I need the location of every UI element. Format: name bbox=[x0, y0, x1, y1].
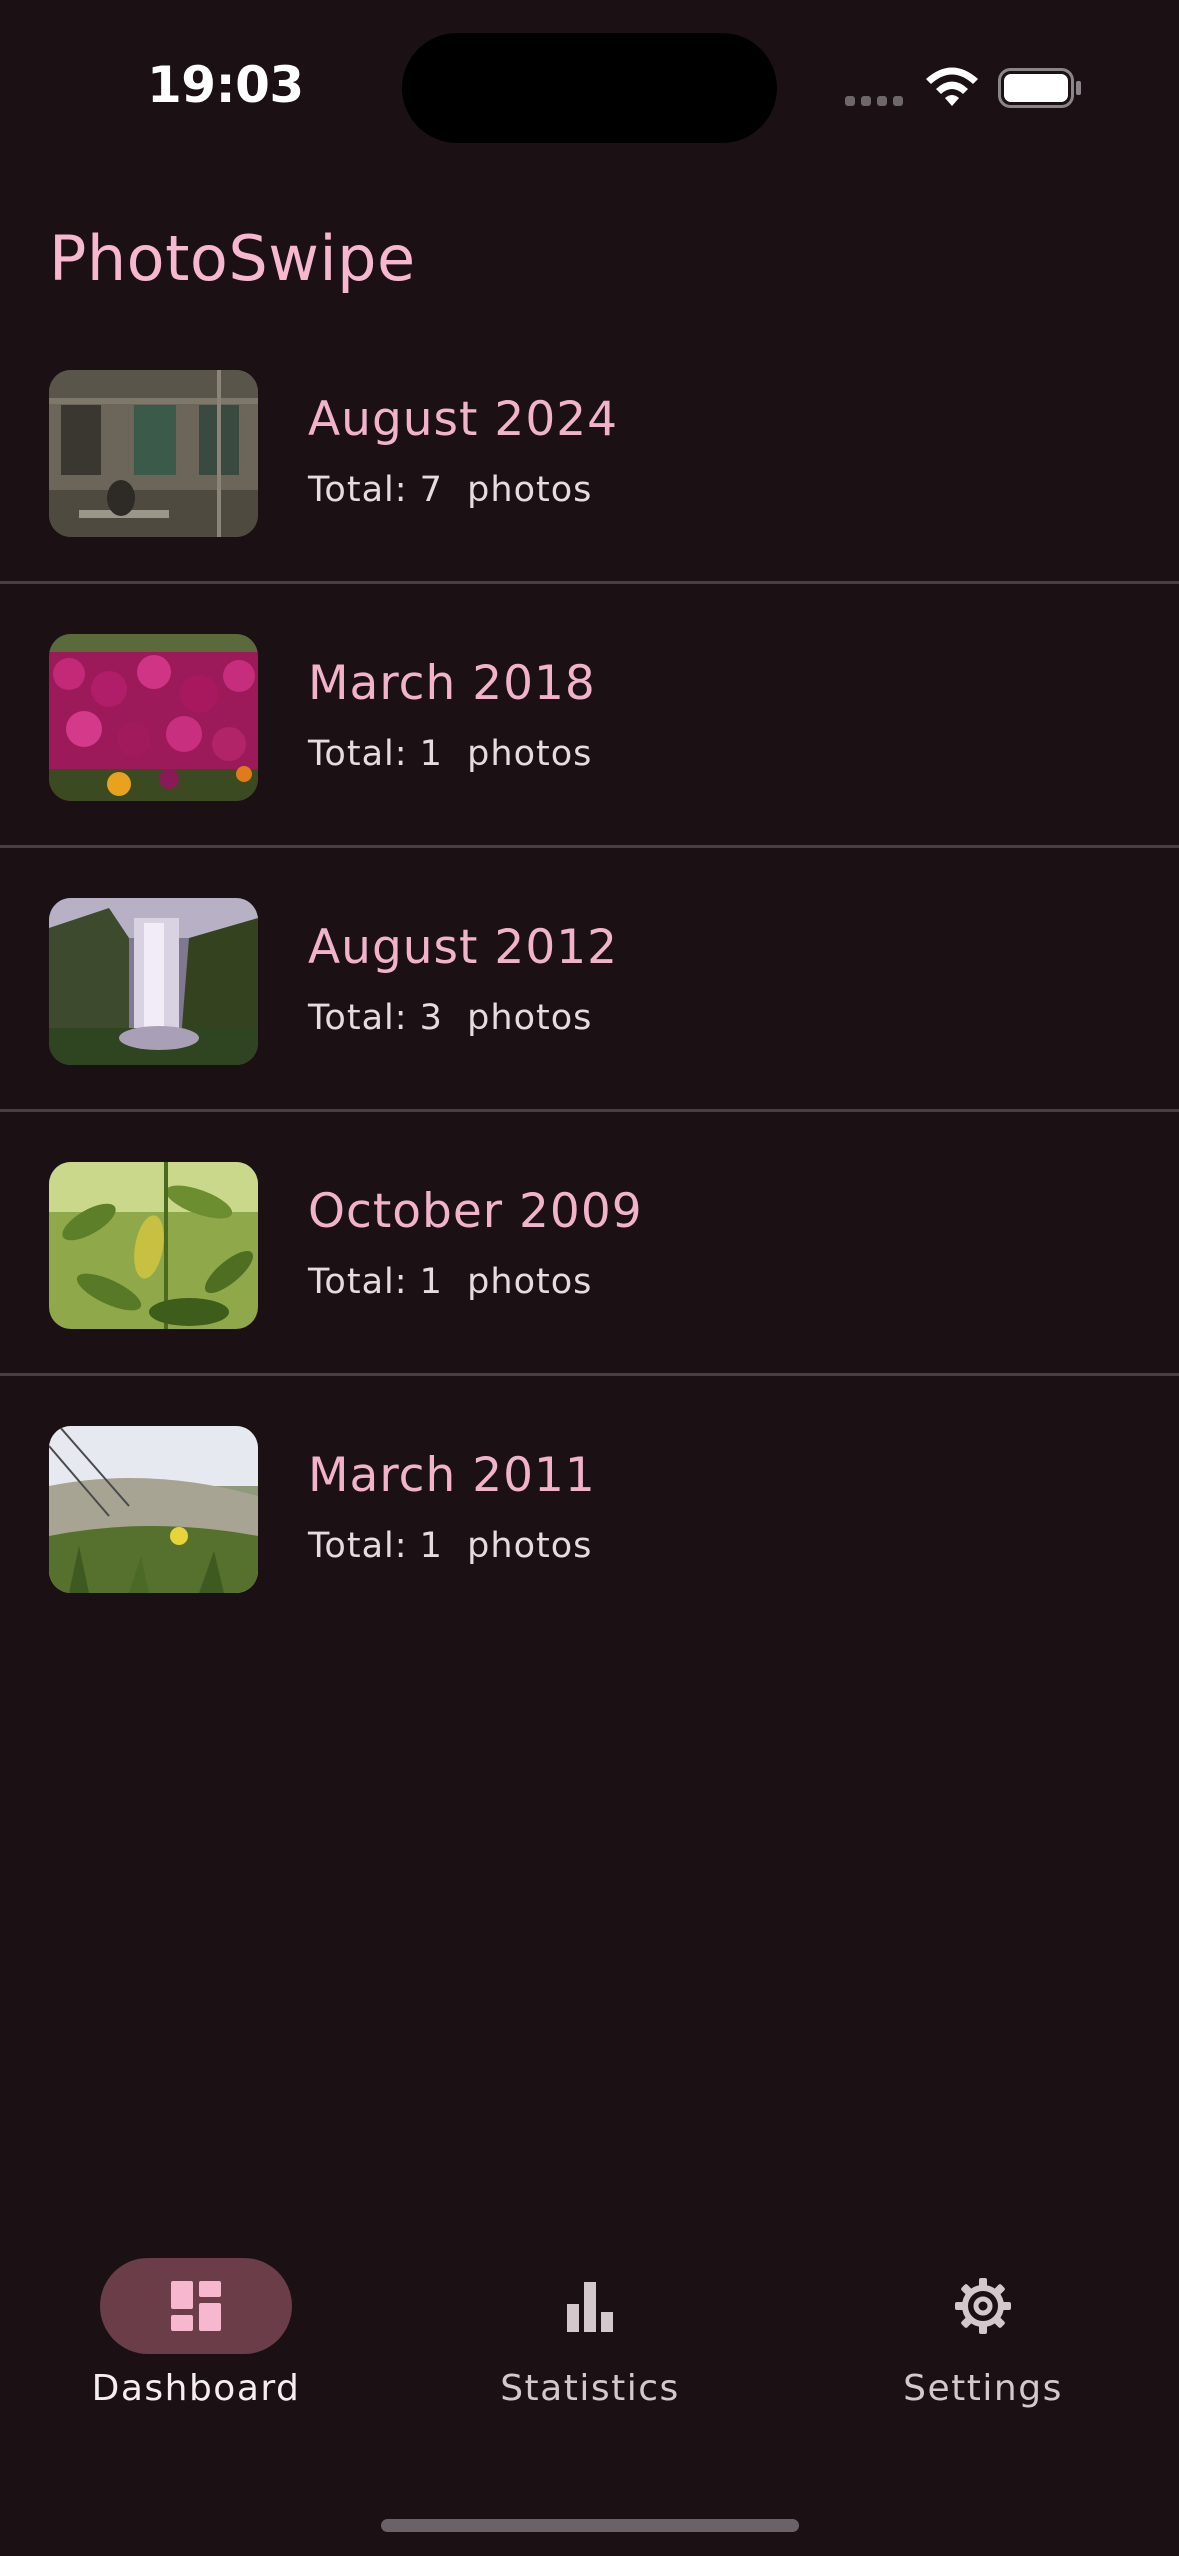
nav-label: Settings bbox=[903, 2368, 1063, 2409]
album-title: August 2024 bbox=[308, 392, 619, 447]
album-row[interactable]: October 2009 Total: 1 photos bbox=[0, 1112, 1179, 1376]
wifi-icon bbox=[926, 67, 978, 106]
status-bar: 19:03 bbox=[0, 0, 1179, 170]
album-title: March 2011 bbox=[308, 1448, 596, 1503]
album-thumbnail bbox=[49, 370, 258, 537]
album-photo-count: Total: 1 photos bbox=[308, 734, 593, 774]
status-time: 19:03 bbox=[147, 56, 304, 114]
nav-label: Statistics bbox=[500, 2368, 680, 2409]
album-thumbnail bbox=[49, 1162, 258, 1329]
nav-item-settings[interactable]: Settings bbox=[833, 2230, 1133, 2430]
album-thumbnail bbox=[49, 1426, 258, 1593]
album-title: August 2012 bbox=[308, 920, 619, 975]
building-facade-photo bbox=[49, 370, 258, 537]
dynamic-island bbox=[402, 33, 777, 143]
signal-dots-icon bbox=[845, 96, 905, 106]
page-title: PhotoSwipe bbox=[49, 222, 416, 295]
magenta-flowers-photo bbox=[49, 634, 258, 801]
album-thumbnail bbox=[49, 634, 258, 801]
green-foliage-photo bbox=[49, 1162, 258, 1329]
album-photo-count: Total: 7 photos bbox=[308, 470, 593, 510]
gear-icon bbox=[955, 2278, 1011, 2334]
album-photo-count: Total: 1 photos bbox=[308, 1262, 593, 1302]
nav-label: Dashboard bbox=[91, 2368, 301, 2409]
waterfall-photo bbox=[49, 898, 258, 1065]
album-thumbnail bbox=[49, 898, 258, 1065]
nav-item-dashboard[interactable]: Dashboard bbox=[46, 2230, 346, 2430]
album-row[interactable]: March 2018 Total: 1 photos bbox=[0, 584, 1179, 848]
battery-icon bbox=[998, 68, 1081, 108]
grassy-hill-photo bbox=[49, 1426, 258, 1593]
album-row[interactable]: March 2011 Total: 1 photos bbox=[0, 1376, 1179, 1640]
dashboard-icon bbox=[171, 2281, 221, 2331]
album-list: August 2024 Total: 7 photos March 2018 T… bbox=[0, 320, 1179, 1640]
album-row[interactable]: August 2012 Total: 3 photos bbox=[0, 848, 1179, 1112]
album-row[interactable]: August 2024 Total: 7 photos bbox=[0, 320, 1179, 584]
album-title: March 2018 bbox=[308, 656, 596, 711]
home-indicator[interactable] bbox=[381, 2519, 799, 2532]
album-photo-count: Total: 3 photos bbox=[308, 998, 593, 1038]
bar-chart-icon bbox=[567, 2282, 613, 2332]
album-title: October 2009 bbox=[308, 1184, 643, 1239]
nav-item-statistics[interactable]: Statistics bbox=[440, 2230, 740, 2430]
bottom-navigation: Dashboard Statistics Settings bbox=[0, 2230, 1179, 2460]
album-photo-count: Total: 1 photos bbox=[308, 1526, 593, 1566]
